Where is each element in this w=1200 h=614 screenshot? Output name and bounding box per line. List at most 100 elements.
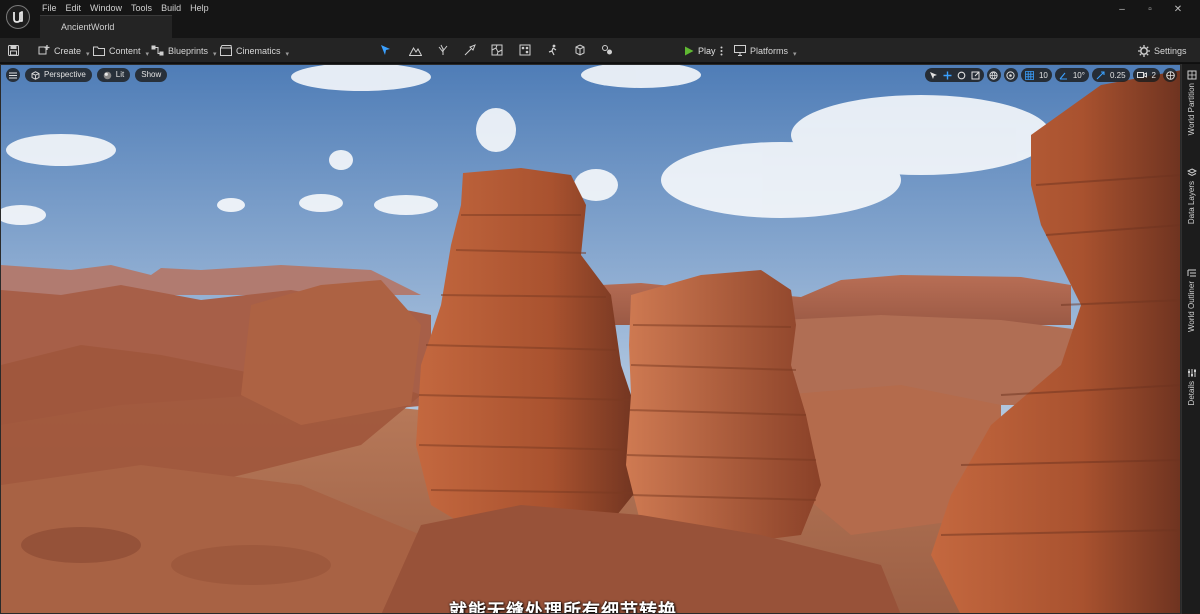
transform-tools xyxy=(924,68,984,82)
lit-label: Lit xyxy=(115,70,125,79)
animation-mode-icon[interactable] xyxy=(518,43,532,57)
foliage-mode-icon[interactable] xyxy=(436,43,450,57)
fracture-mode-icon[interactable] xyxy=(490,43,504,57)
create-icon xyxy=(38,44,50,54)
viewport-layout-button[interactable] xyxy=(1163,68,1177,82)
globe-icon xyxy=(989,70,999,80)
world-partition-icon xyxy=(1187,70,1196,80)
video-subtitle: 就能无缝处理所有细节转换 xyxy=(449,601,677,614)
minimize-button[interactable]: – xyxy=(1108,3,1136,17)
viewport-left-controls: Perspective Lit Show xyxy=(6,68,168,82)
surface-snap-icon xyxy=(1006,70,1016,80)
unreal-engine-logo-icon[interactable] xyxy=(6,5,30,29)
geometry-mode-icon[interactable] xyxy=(573,43,587,57)
scale-snap-value: 0.25 xyxy=(1109,70,1126,80)
details-icon xyxy=(1187,369,1196,377)
mesh-paint-mode-icon[interactable] xyxy=(463,43,477,57)
save-button[interactable] xyxy=(8,38,19,63)
scale-snap-icon xyxy=(1096,70,1105,79)
scale-tool-icon[interactable] xyxy=(971,71,980,80)
layers-icon xyxy=(1186,168,1197,177)
settings-button[interactable]: Settings xyxy=(1138,38,1187,63)
world-space-toggle[interactable] xyxy=(986,68,1001,82)
layout-grid-icon xyxy=(1165,70,1175,80)
platforms-caret-icon: ▾ xyxy=(793,50,797,58)
camera-speed-value: 2 xyxy=(1151,70,1156,80)
lit-sphere-icon xyxy=(103,71,112,79)
show-button[interactable]: Show xyxy=(135,68,168,82)
play-icon xyxy=(685,46,694,55)
show-label: Show xyxy=(141,70,162,79)
cinematics-button[interactable]: Cinematics ▾ xyxy=(220,38,289,63)
camera-speed-control[interactable]: 2 xyxy=(1132,68,1160,82)
grid-snap-icon xyxy=(1025,70,1034,80)
translate-tool-icon[interactable] xyxy=(943,71,952,80)
world-outliner-label: World Outliner xyxy=(1187,281,1196,332)
window-controls: – ▫ ✕ xyxy=(1108,3,1192,17)
scale-snap-control[interactable]: 0.25 xyxy=(1091,68,1130,82)
level-tab[interactable]: AncientWorld xyxy=(40,15,172,38)
perspective-label: Perspective xyxy=(44,70,86,79)
menu-tools[interactable]: Tools xyxy=(129,2,159,14)
play-button[interactable]: Play xyxy=(684,38,723,63)
perspective-button[interactable]: Perspective xyxy=(25,68,92,82)
blueprints-icon xyxy=(151,45,164,56)
select-mode-icon[interactable] xyxy=(379,43,393,57)
viewport-menu-button[interactable] xyxy=(6,68,20,82)
platforms-button[interactable]: Platforms ▾ xyxy=(734,38,797,63)
tab-details[interactable]: Details xyxy=(1182,368,1200,405)
cinematics-caret-icon: ▾ xyxy=(285,50,290,58)
camera-icon xyxy=(1136,72,1147,78)
menu-bar: File Edit Window Tools Build Help xyxy=(40,2,216,14)
menu-build[interactable]: Build xyxy=(159,2,188,14)
main-toolbar: Create ▾ Content ▾ Blueprints ▾ Cinematics ▾ xyxy=(0,38,1200,63)
create-button[interactable]: Create ▾ xyxy=(38,38,90,63)
select-tool-icon[interactable] xyxy=(929,71,938,80)
blueprints-button[interactable]: Blueprints ▾ xyxy=(151,38,217,63)
simulation-mode-icon[interactable] xyxy=(600,43,614,57)
viewport-right-controls: 10 10° 0.25 2 xyxy=(924,68,1177,82)
menu-edit[interactable]: Edit xyxy=(64,2,89,14)
settings-label: Settings xyxy=(1154,45,1187,56)
blueprints-label: Blueprints xyxy=(168,45,209,56)
create-caret-icon: ▾ xyxy=(86,50,90,58)
grid-snap-value: 10 xyxy=(1038,70,1048,80)
perspective-cube-icon xyxy=(31,70,40,80)
blueprints-caret-icon: ▾ xyxy=(213,50,217,58)
content-caret-icon: ▾ xyxy=(145,50,150,58)
rotate-tool-icon[interactable] xyxy=(957,71,966,80)
details-label: Details xyxy=(1187,381,1196,406)
menu-help[interactable]: Help xyxy=(188,2,216,14)
content-label: Content xyxy=(109,45,141,56)
platforms-icon xyxy=(734,45,746,56)
view-mode-button[interactable]: Lit xyxy=(96,68,131,82)
level-viewport[interactable]: Perspective Lit Show 10 10° 0.25 2 就能无缝处… xyxy=(0,64,1181,614)
modeling-mode-icon[interactable] xyxy=(546,43,560,57)
close-button[interactable]: ✕ xyxy=(1164,3,1192,17)
rotation-snap-control[interactable]: 10° xyxy=(1054,68,1089,82)
surface-snap-toggle[interactable] xyxy=(1003,68,1018,82)
desert-landscape-render xyxy=(1,65,1180,613)
world-partition-label: World Partition xyxy=(1187,83,1196,136)
rotation-snap-icon xyxy=(1059,72,1067,80)
play-options-icon[interactable] xyxy=(720,46,723,56)
grid-snap-control[interactable]: 10 xyxy=(1020,68,1052,82)
content-button[interactable]: Content ▾ xyxy=(93,38,149,63)
tab-world-outliner[interactable]: World Outliner xyxy=(1182,268,1200,332)
side-panel-tabs: World Partition Data Layers World Outlin… xyxy=(1181,64,1200,614)
cinematics-icon xyxy=(220,45,232,56)
save-icon xyxy=(8,45,19,56)
tab-world-partition[interactable]: World Partition xyxy=(1182,70,1200,135)
cinematics-label: Cinematics xyxy=(236,45,281,56)
maximize-button[interactable]: ▫ xyxy=(1136,3,1164,17)
content-icon xyxy=(93,46,105,56)
menu-file[interactable]: File xyxy=(40,2,64,14)
gear-icon xyxy=(1138,44,1150,57)
hamburger-menu-icon xyxy=(9,71,17,79)
data-layers-label: Data Layers xyxy=(1187,181,1196,225)
title-bar: File Edit Window Tools Build Help Ancien… xyxy=(0,0,1200,38)
landscape-mode-icon[interactable] xyxy=(408,43,422,57)
tab-data-layers[interactable]: Data Layers xyxy=(1182,168,1200,224)
platforms-label: Platforms xyxy=(750,45,789,56)
menu-window[interactable]: Window xyxy=(88,2,129,14)
